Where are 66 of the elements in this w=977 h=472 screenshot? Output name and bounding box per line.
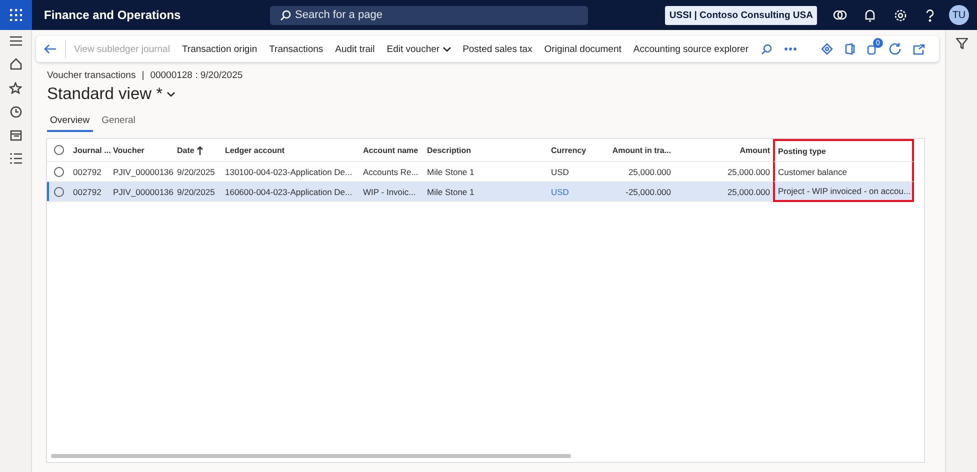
action-button[interactable]: Accounting source explorer	[627, 44, 755, 54]
table-cell: 25,000.000	[674, 182, 773, 202]
open-in-new-icon[interactable]	[913, 44, 925, 54]
column-header[interactable]: Account name	[360, 139, 424, 162]
settings-icon[interactable]	[894, 8, 906, 22]
column-header[interactable]: Voucher	[110, 139, 174, 162]
column-header[interactable]: Amount in tra...	[610, 139, 674, 162]
breadcrumb-record: 00000128 : 9/20/2025	[150, 70, 243, 81]
table-cell: PJIV_00000136	[110, 182, 174, 202]
table-cell: Project - WIP invoiced - on accou...	[773, 182, 914, 202]
list-icon[interactable]	[10, 153, 22, 164]
view-selector[interactable]: Standard view *	[47, 85, 175, 104]
breadcrumb-page[interactable]: Voucher transactions	[47, 70, 136, 81]
action-button[interactable]: Audit trail	[329, 44, 381, 54]
table-cell: Mile Stone 1	[424, 182, 548, 202]
action-button[interactable]: Transactions	[263, 44, 330, 54]
chevron-down-icon	[166, 92, 175, 97]
notifications-icon[interactable]	[864, 8, 876, 22]
refresh-icon[interactable]	[889, 43, 901, 55]
column-header[interactable]: Ledger account	[222, 139, 360, 162]
search-icon[interactable]	[760, 44, 772, 54]
row-select-radio[interactable]	[54, 166, 64, 176]
company-picker[interactable]: USSI | Contoso Consulting USA	[665, 6, 817, 24]
table-cell: USD	[548, 182, 610, 202]
app-title: Finance and Operations	[44, 8, 182, 22]
table-cell: WIP - Invoic...	[360, 182, 424, 202]
attachment-icon[interactable]	[867, 43, 877, 55]
clock-icon[interactable]	[10, 106, 22, 118]
more-icon[interactable]	[784, 47, 797, 51]
star-icon[interactable]	[9, 82, 22, 94]
column-header[interactable]: Posting type	[773, 139, 914, 162]
action-button[interactable]: Posted sales tax	[456, 44, 538, 54]
search-icon	[280, 10, 291, 20]
office-icon[interactable]	[845, 43, 855, 55]
column-header[interactable]: Description	[424, 139, 548, 162]
app-launcher-icon[interactable]	[0, 0, 32, 30]
search-field[interactable]: Search for a page	[270, 6, 588, 24]
tab[interactable]: Overview	[47, 113, 93, 132]
back-button[interactable]	[44, 40, 66, 58]
action-button[interactable]: Original document	[538, 44, 628, 54]
row-select-radio[interactable]	[54, 186, 64, 196]
table-cell: 9/20/2025	[174, 182, 222, 202]
horizontal-scrollbar[interactable]	[51, 454, 571, 458]
workspace-icon[interactable]	[10, 130, 22, 141]
table-cell: 002792	[70, 182, 110, 202]
filter-icon[interactable]	[956, 38, 968, 49]
user-avatar[interactable]: TU	[949, 5, 969, 25]
tab[interactable]: General	[98, 113, 138, 132]
diamond-icon[interactable]	[821, 43, 833, 55]
column-header[interactable]: Journal ...	[70, 139, 110, 162]
sort-up-icon	[197, 146, 204, 154]
action-button[interactable]: Edit voucher	[380, 44, 457, 54]
table-cell: 160600-004-023-Application De...	[222, 182, 360, 202]
back-arrow-icon	[44, 44, 57, 54]
menu-icon[interactable]	[10, 36, 22, 46]
action-button[interactable]: Transaction origin	[176, 44, 264, 54]
help-icon[interactable]	[925, 8, 935, 22]
select-all-radio[interactable]	[54, 145, 64, 155]
grid-icon	[10, 9, 22, 21]
column-header[interactable]: Amount	[674, 139, 773, 162]
home-icon[interactable]	[10, 58, 22, 70]
breadcrumb-separator: |	[142, 70, 144, 81]
copilot-icon[interactable]	[833, 8, 847, 22]
column-header[interactable]: Date	[174, 139, 222, 162]
table-cell: -25,000.000	[610, 182, 674, 202]
column-header[interactable]: Currency	[548, 139, 610, 162]
